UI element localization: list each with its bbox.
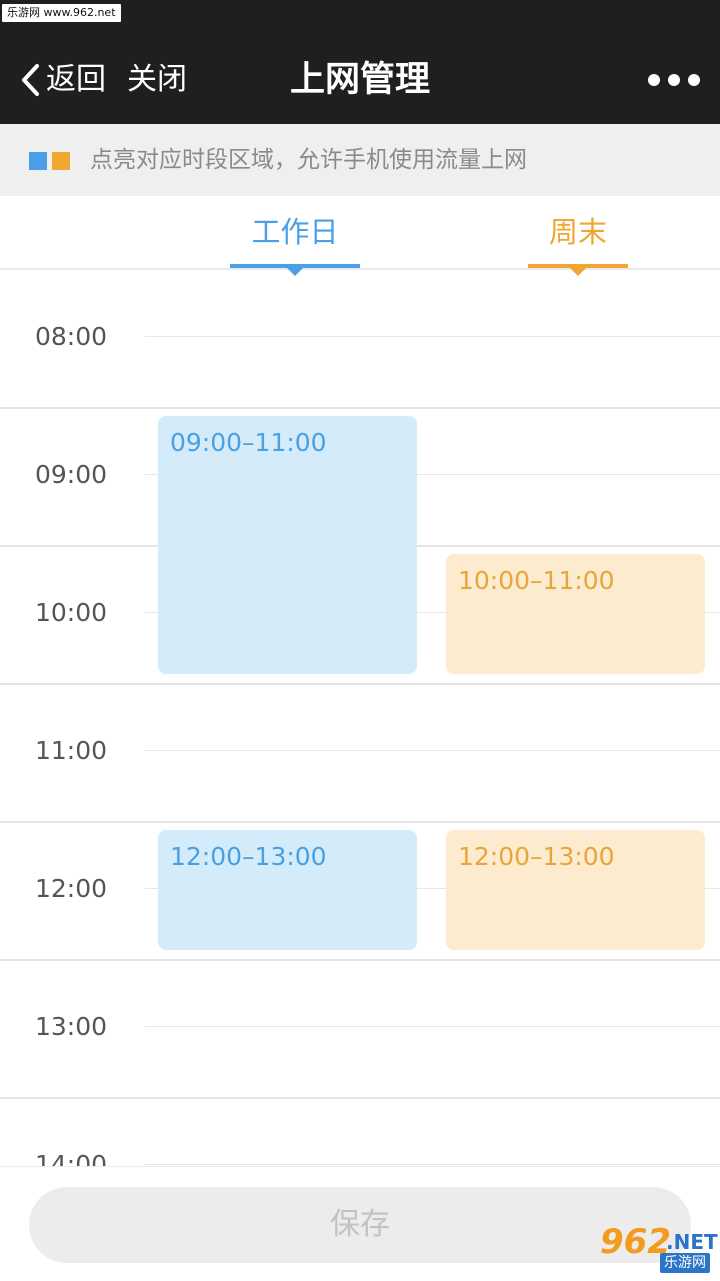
- time-range-label: 09:00–11:00: [170, 428, 327, 457]
- site-logo: 962 .NET 乐游网: [600, 1223, 718, 1277]
- hour-gridline: [145, 336, 720, 337]
- more-horizontal-icon: [668, 74, 680, 86]
- time-label: 11:00: [34, 736, 108, 765]
- hint-text: 点亮对应时段区域，允许手机使用流量上网: [90, 147, 527, 173]
- weekday-color-swatch: [29, 152, 47, 170]
- status-bar: 乐游网 www.962.net: [0, 0, 720, 28]
- watermark: 乐游网 www.962.net: [2, 4, 121, 22]
- save-button[interactable]: 保存: [29, 1187, 691, 1263]
- time-range-label: 10:00–11:00: [458, 566, 615, 595]
- time-label: 12:00: [34, 874, 108, 903]
- time-label: 14:00: [34, 1150, 108, 1166]
- tab-weekend[interactable]: 周末: [528, 212, 628, 252]
- hour-gridline: [145, 1164, 720, 1165]
- navigation-bar: 返回 关闭 上网管理: [0, 28, 720, 124]
- hour-gridline: [145, 1026, 720, 1027]
- hour-separator: [0, 683, 720, 685]
- hour-separator: [0, 1097, 720, 1099]
- time-range-label: 12:00–13:00: [170, 842, 327, 871]
- time-label: 09:00: [34, 460, 108, 489]
- more-horizontal-icon: [648, 74, 660, 86]
- time-label: 10:00: [34, 598, 108, 627]
- more-button[interactable]: [648, 68, 700, 92]
- hour-separator: [0, 407, 720, 409]
- day-type-tabs: 工作日 周末: [0, 196, 720, 276]
- tab-weekday[interactable]: 工作日: [230, 212, 360, 252]
- time-label: 08:00: [34, 322, 108, 351]
- logo-name: 乐游网: [660, 1253, 710, 1273]
- weekend-color-swatch: [52, 152, 70, 170]
- weekend-time-block[interactable]: 12:00–13:00: [446, 830, 705, 950]
- hour-gridline: [145, 750, 720, 751]
- hour-separator: [0, 959, 720, 961]
- schedule-grid[interactable]: 08:00 09:00 10:00 11:00 12:00 13:00 14:00 09:00…: [0, 270, 720, 1166]
- logo-suffix: .NET: [666, 1230, 718, 1254]
- weekend-time-block[interactable]: 10:00–11:00: [446, 554, 705, 674]
- weekday-time-block[interactable]: 09:00–11:00: [158, 416, 417, 674]
- footer: 保存 962 .NET 乐游网: [0, 1166, 720, 1281]
- weekday-time-block[interactable]: 12:00–13:00: [158, 830, 417, 950]
- time-label: 13:00: [34, 1012, 108, 1041]
- hint-bar: 点亮对应时段区域，允许手机使用流量上网: [0, 124, 720, 196]
- time-range-label: 12:00–13:00: [458, 842, 615, 871]
- page-title: 上网管理: [289, 60, 430, 100]
- more-horizontal-icon: [688, 74, 700, 86]
- hour-separator: [0, 821, 720, 823]
